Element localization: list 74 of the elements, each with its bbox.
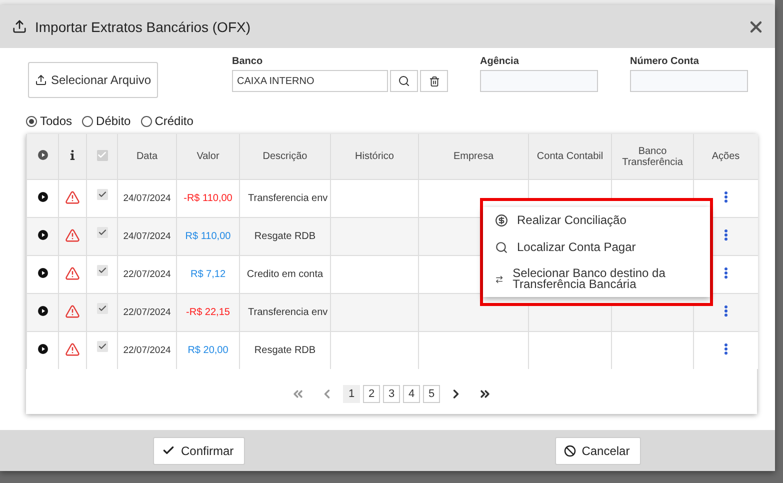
select-file-button[interactable]: Selecionar Arquivo [28, 62, 158, 98]
menu-item[interactable]: Realizar Conciliação [483, 207, 710, 234]
upload-icon [12, 19, 27, 34]
confirm-button[interactable]: Confirmar [153, 436, 245, 464]
field-label: Banco [232, 56, 264, 67]
play-icon [38, 306, 48, 316]
menu-item[interactable]: Selecionar Banco destino da Transferência Bancária [483, 261, 710, 297]
description-cell: Resgate RDB [254, 231, 316, 242]
value-cell: R$ 20,00 [188, 345, 228, 356]
page-button[interactable]: 1 [343, 385, 360, 403]
play-icon [38, 268, 48, 278]
date-cell: 22/07/2024 [123, 307, 171, 318]
description-cell: Resgate RDB [254, 345, 316, 356]
double-left-chevron-icon [291, 387, 305, 401]
bank-field[interactable]: CAIXA INTERNO [232, 70, 388, 92]
row-checkbox[interactable] [96, 189, 108, 200]
row-checkbox[interactable] [96, 341, 108, 352]
check-icon [162, 444, 175, 457]
warning-icon [65, 266, 80, 280]
window-title: Importar Extratos Bancários (OFX) [35, 18, 252, 34]
column-header: Empresa [453, 151, 494, 162]
upload-icon [34, 74, 47, 86]
menu-item[interactable]: Localizar Conta Pagar [483, 234, 710, 261]
warning-icon [65, 304, 80, 318]
column-header: Conta Contabil [536, 151, 604, 162]
page-button[interactable]: 5 [423, 385, 440, 403]
date-cell: 24/07/2024 [123, 193, 171, 204]
warning-icon [65, 342, 80, 356]
value-cell: -R$ 22,15 [186, 307, 230, 318]
page-button[interactable]: 2 [363, 385, 380, 403]
row-checkbox[interactable] [96, 303, 108, 314]
date-cell: 22/07/2024 [123, 269, 171, 280]
column-header: Valor [196, 151, 220, 162]
cancel-icon [564, 444, 576, 456]
search-icon [398, 75, 410, 87]
info-icon [70, 150, 75, 160]
date-cell: 24/07/2024 [123, 231, 171, 242]
column-header: Data [136, 151, 158, 162]
trash-icon [428, 76, 440, 86]
play-icon [38, 230, 48, 240]
column-header: Histórico [355, 151, 394, 162]
column-header: Ações [712, 151, 740, 162]
warning-icon [65, 190, 80, 204]
search-icon [495, 241, 508, 254]
play-icon [38, 192, 48, 202]
row-checkbox[interactable] [96, 227, 108, 238]
delete-button[interactable] [420, 70, 448, 92]
text-field[interactable] [630, 70, 748, 92]
field-label: Número Conta [630, 56, 700, 67]
double-right-chevron-icon [478, 387, 492, 401]
text-field[interactable] [480, 70, 598, 92]
dollar-cycle-icon [495, 214, 508, 227]
search-button[interactable] [390, 70, 418, 92]
column-header: Descrição [262, 151, 308, 162]
field-label: Agência [480, 56, 520, 67]
value-cell: -R$ 110,00 [184, 193, 232, 204]
cancel-button[interactable]: Cancelar [554, 436, 641, 464]
warning-icon [65, 228, 80, 242]
value-cell: R$ 7,12 [190, 269, 226, 280]
filter-radio[interactable]: Débito [82, 114, 131, 128]
filter-radio[interactable]: Todos [26, 114, 72, 128]
description-cell: Transferencia env [248, 307, 328, 318]
select-all-checkbox[interactable] [96, 150, 108, 161]
description-cell: Credito em conta [246, 269, 324, 280]
play-icon [38, 150, 48, 160]
row-checkbox[interactable] [96, 265, 108, 276]
description-cell: Transferencia env [248, 193, 328, 204]
date-cell: 22/07/2024 [123, 345, 171, 356]
page-button[interactable]: 3 [383, 385, 400, 403]
value-cell: R$ 110,00 [185, 231, 231, 242]
filter-radio[interactable]: Crédito [140, 114, 194, 128]
play-icon [38, 344, 48, 354]
column-header: Banco Transferência [621, 146, 684, 168]
page-button[interactable]: 4 [403, 385, 420, 403]
